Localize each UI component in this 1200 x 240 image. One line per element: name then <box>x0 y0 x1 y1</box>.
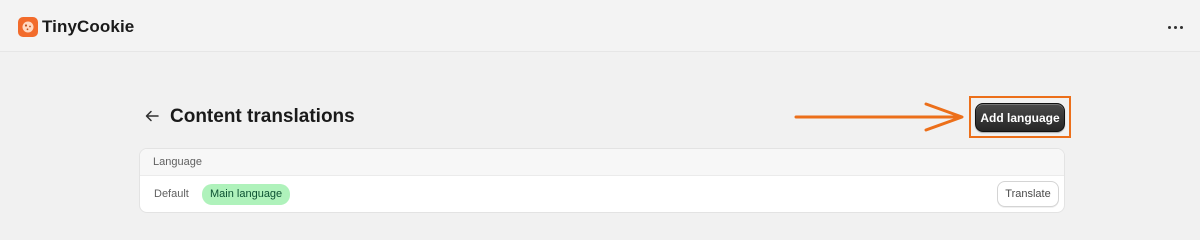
annotation-arrow-icon <box>794 102 964 132</box>
languages-card: Language Default Main language Translate <box>139 148 1065 213</box>
column-header-language: Language <box>140 149 1064 176</box>
more-actions-button[interactable] <box>1160 14 1190 40</box>
app-title: TinyCookie <box>42 17 135 36</box>
arrow-left-icon <box>145 110 159 122</box>
back-button[interactable] <box>140 104 164 128</box>
more-horizontal-icon <box>1167 25 1171 29</box>
row-label: Default <box>154 188 189 200</box>
translate-button[interactable]: Translate <box>997 181 1059 207</box>
more-dot <box>1179 25 1183 29</box>
more-dot <box>1173 25 1177 29</box>
table-row: Default Main language Translate <box>140 176 1064 212</box>
main-language-badge: Main language <box>202 184 291 205</box>
top-bar: TinyCookie <box>0 0 1200 52</box>
cookie-icon[interactable] <box>18 17 38 37</box>
page-title: Content translations <box>170 106 355 127</box>
add-language-button[interactable]: Add language <box>975 103 1065 132</box>
